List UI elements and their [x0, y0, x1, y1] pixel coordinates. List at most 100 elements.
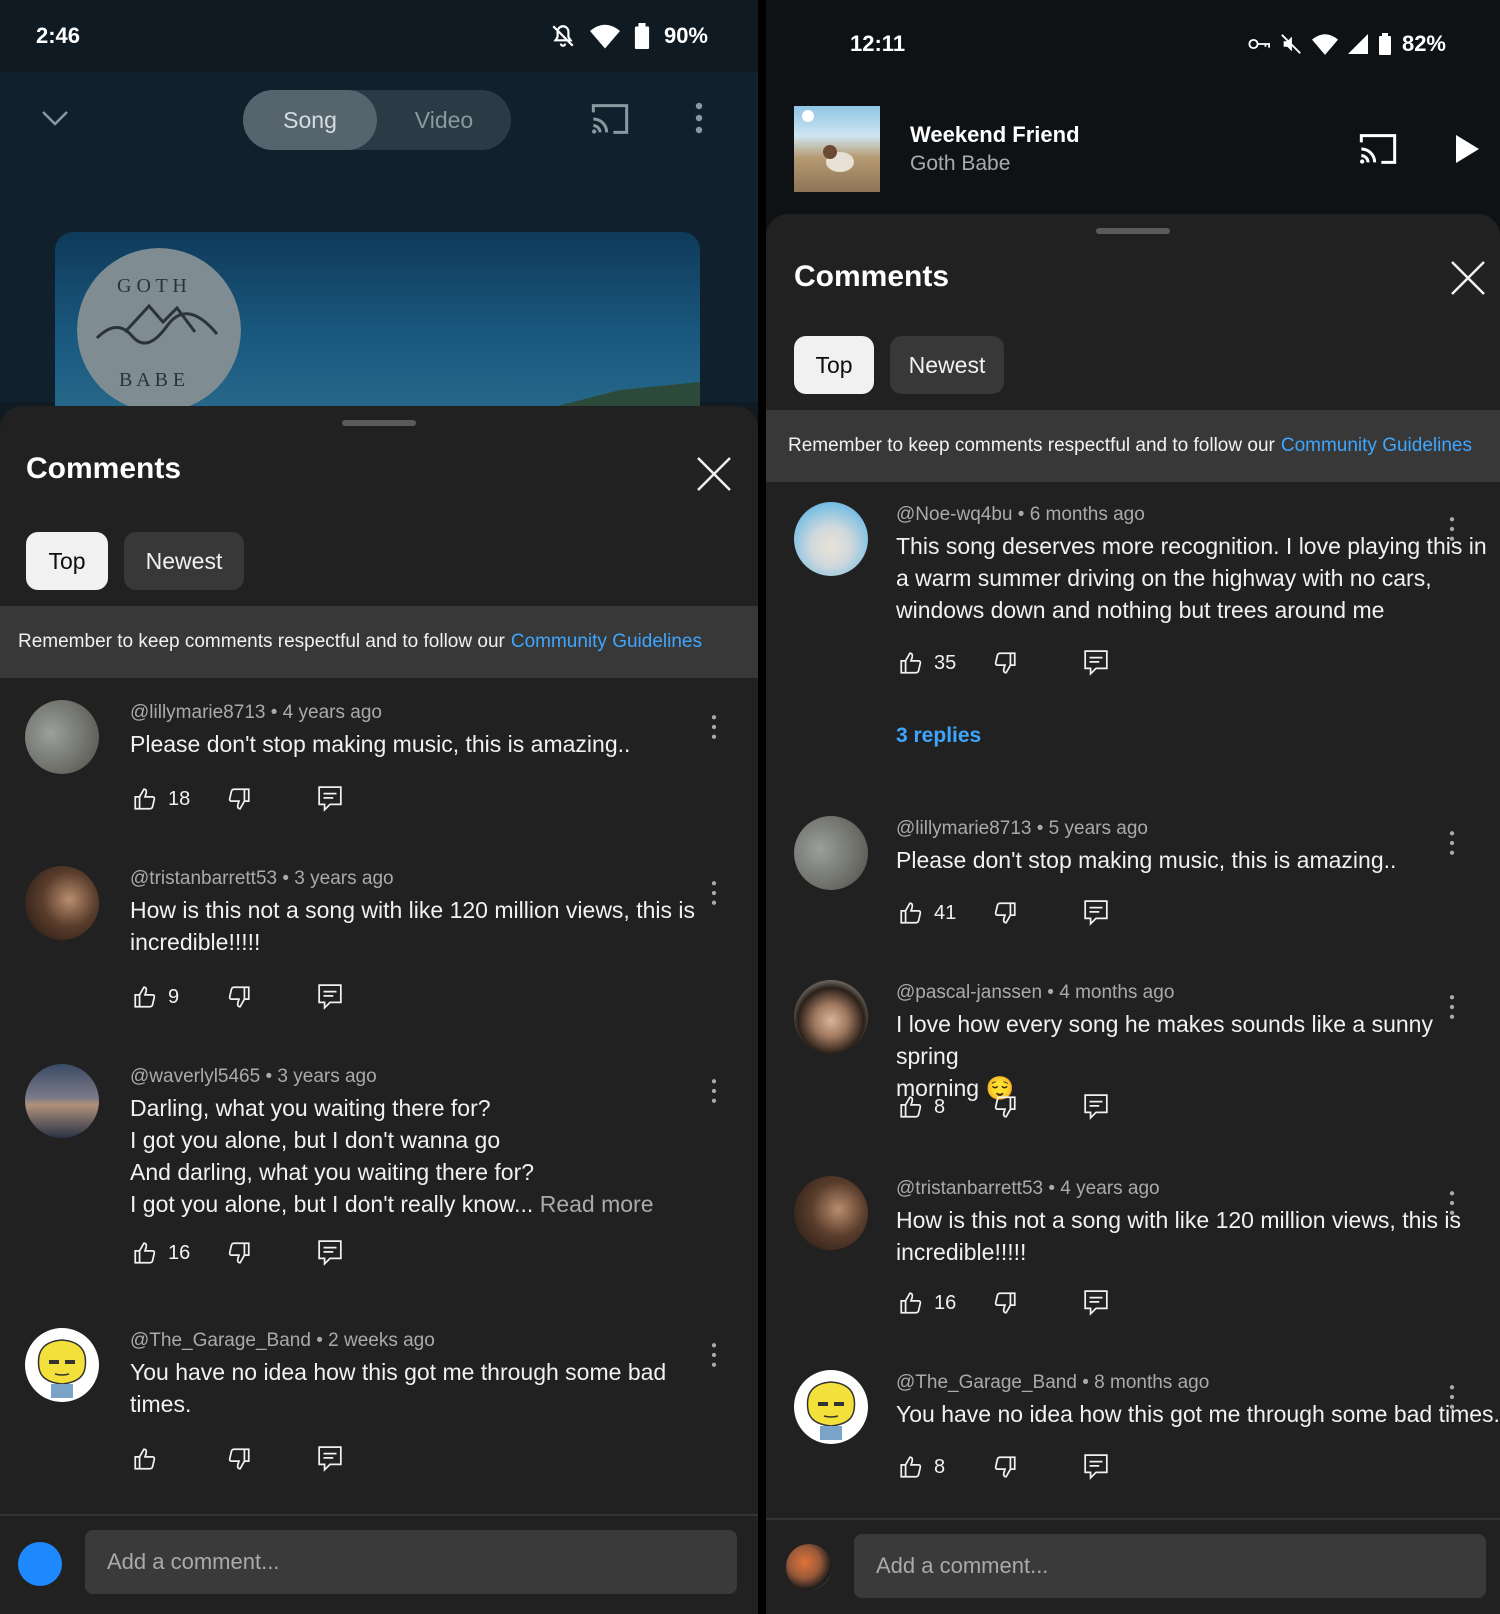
thumb-down-icon[interactable] [992, 1290, 1018, 1316]
tab-newest[interactable]: Newest [890, 336, 1004, 394]
more-vert-icon[interactable] [1448, 1190, 1456, 1216]
thumb-down-icon[interactable] [992, 900, 1018, 926]
like-count: 8 [934, 1095, 946, 1118]
tab-newest[interactable]: Newest [124, 532, 244, 590]
view-replies-button[interactable]: 3 replies [896, 724, 981, 748]
community-guidelines-link[interactable]: Community Guidelines [1281, 435, 1472, 457]
cast-icon[interactable] [590, 102, 630, 136]
tab-top[interactable]: Top [794, 336, 874, 394]
video-toggle-button[interactable]: Video [377, 90, 511, 150]
thumb-up-icon[interactable] [898, 650, 924, 676]
thumb-up-icon[interactable] [132, 984, 158, 1010]
battery-level: 82% [1401, 31, 1446, 56]
thumb-up-icon[interactable] [898, 1290, 924, 1316]
reply-icon[interactable] [1084, 1290, 1108, 1316]
avatar[interactable] [794, 1370, 868, 1444]
comment-age: 4 years ago [282, 702, 382, 723]
avatar[interactable] [794, 1176, 868, 1250]
more-vert-icon[interactable] [1448, 516, 1456, 542]
reply-icon[interactable] [318, 984, 342, 1010]
thumb-down-icon[interactable] [226, 984, 252, 1010]
reply-icon[interactable] [318, 1240, 342, 1266]
thumb-up-icon[interactable] [132, 1240, 158, 1266]
tab-top[interactable]: Top [26, 532, 108, 590]
panel-divider [758, 0, 766, 1614]
comment-author[interactable]: @lillymarie8713 [896, 818, 1031, 839]
reply-icon[interactable] [318, 1446, 342, 1472]
comment-author[interactable]: @waverlyl5465 [130, 1066, 260, 1087]
comment-author[interactable]: @The_Garage_Band [130, 1330, 311, 1351]
avatar[interactable] [794, 502, 868, 576]
reply-icon[interactable] [1084, 1094, 1108, 1120]
comment-age: 2 weeks ago [328, 1330, 435, 1351]
drag-handle[interactable] [342, 420, 416, 426]
thumb-down-icon[interactable] [226, 1240, 252, 1266]
comments-title: Comments [794, 260, 950, 293]
avatar[interactable] [25, 1064, 99, 1138]
song-toggle-button[interactable]: Song [243, 90, 377, 150]
comment-meta: @tristanbarrett53 • 4 years ago [896, 1178, 1160, 1199]
comment-author[interactable]: @Noe-wq4bu [896, 504, 1012, 525]
add-comment-input[interactable]: Add a comment... [85, 1530, 737, 1594]
thumb-up-icon[interactable] [132, 1446, 158, 1472]
comment-age: 5 years ago [1048, 818, 1148, 839]
avatar[interactable] [794, 816, 868, 890]
signal-icon [1347, 34, 1368, 54]
like-count: 9 [168, 985, 180, 1008]
more-vert-icon[interactable] [1448, 1384, 1456, 1410]
thumb-down-icon[interactable] [226, 1446, 252, 1472]
more-vert-icon[interactable] [694, 102, 704, 134]
user-avatar[interactable] [786, 1544, 832, 1590]
thumb-down-icon[interactable] [992, 650, 1018, 676]
comment-author[interactable]: @The_Garage_Band [896, 1372, 1077, 1393]
more-vert-icon[interactable] [1448, 994, 1456, 1020]
more-vert-icon[interactable] [1448, 830, 1456, 856]
more-vert-icon[interactable] [710, 880, 718, 906]
reply-icon[interactable] [1084, 900, 1108, 926]
chevron-down-icon[interactable] [40, 108, 70, 128]
comment-text: Please don't stop making music, this is … [130, 731, 631, 757]
thumb-down-icon[interactable] [992, 1094, 1018, 1120]
user-avatar[interactable] [18, 1542, 62, 1586]
thumb-up-icon[interactable] [898, 1454, 924, 1480]
mini-player[interactable]: Weekend Friend Goth Babe [766, 88, 1500, 208]
more-vert-icon[interactable] [710, 1342, 718, 1368]
thumb-down-icon[interactable] [992, 1454, 1018, 1480]
avatar[interactable] [25, 700, 99, 774]
avatar[interactable] [25, 866, 99, 940]
reply-icon[interactable] [1084, 1454, 1108, 1480]
add-comment-input[interactable]: Add a comment... [854, 1534, 1486, 1598]
battery-icon [634, 23, 650, 49]
play-icon[interactable] [1454, 134, 1480, 164]
reply-icon[interactable] [318, 786, 342, 812]
thumb-up-icon[interactable] [132, 786, 158, 812]
cast-icon[interactable] [1358, 132, 1398, 166]
thumb-up-icon[interactable] [898, 1094, 924, 1120]
comment-actions: 8 [898, 1094, 1108, 1120]
guidelines-text: Remember to keep comments respectful and… [788, 435, 1275, 456]
close-icon[interactable] [1448, 258, 1488, 298]
close-icon[interactable] [694, 454, 734, 494]
comment-author[interactable]: @tristanbarrett53 [130, 868, 277, 889]
comment-author[interactable]: @lillymarie8713 [130, 702, 265, 723]
comment-meta: @lillymarie8713 • 4 years ago [130, 702, 382, 723]
drag-handle[interactable] [1096, 228, 1170, 234]
community-guidelines-link[interactable]: Community Guidelines [511, 631, 702, 653]
thumb-down-icon[interactable] [226, 786, 252, 812]
read-more-link[interactable]: Read more [540, 1191, 654, 1217]
avatar[interactable] [25, 1328, 99, 1402]
comment-author[interactable]: @tristanbarrett53 [896, 1178, 1043, 1199]
album-art: G O T H B A B E [55, 232, 700, 432]
thumb-up-icon[interactable] [898, 900, 924, 926]
more-vert-icon[interactable] [710, 714, 718, 740]
status-time: 2:46 [36, 23, 81, 48]
comment-age: 4 months ago [1059, 982, 1175, 1003]
track-artist: Goth Babe [910, 152, 1011, 175]
avatar[interactable] [794, 980, 868, 1054]
comment-meta: @The_Garage_Band • 2 weeks ago [130, 1330, 435, 1351]
comment-age: 4 years ago [1060, 1178, 1160, 1199]
comment-author[interactable]: @pascal-janssen [896, 982, 1042, 1003]
more-vert-icon[interactable] [710, 1078, 718, 1104]
reply-icon[interactable] [1084, 650, 1108, 676]
status-time: 12:11 [850, 31, 906, 56]
